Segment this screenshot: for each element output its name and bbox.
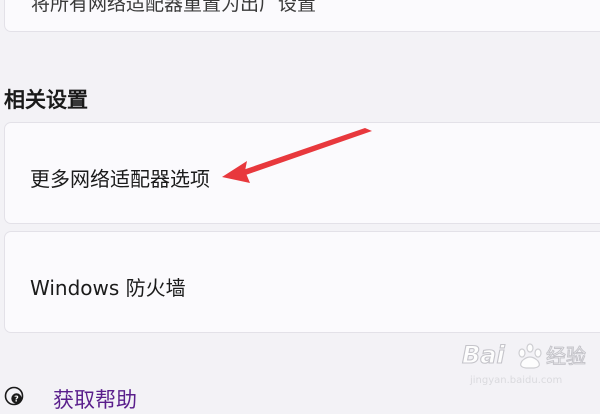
windows-firewall-label: Windows 防火墙 xyxy=(30,276,186,300)
more-adapter-options-label: 更多网络适配器选项 xyxy=(30,167,210,191)
get-help-link[interactable]: ? 获取帮助 xyxy=(4,380,304,412)
svg-text:经验: 经验 xyxy=(546,344,586,368)
related-settings-heading: 相关设置 xyxy=(4,88,88,112)
svg-text:?: ? xyxy=(14,395,19,404)
svg-text:jingyan.baidu.com: jingyan.baidu.com xyxy=(469,375,562,386)
svg-text:Bai: Bai xyxy=(462,341,505,369)
get-help-label: 获取帮助 xyxy=(53,388,137,412)
more-adapter-options-card[interactable]: 更多网络适配器选项 xyxy=(4,122,600,224)
baidu-watermark-logo: Bai 经验 jingyan.baidu.com xyxy=(461,340,586,386)
help-icon: ? xyxy=(4,386,24,406)
windows-firewall-card[interactable]: Windows 防火墙 xyxy=(4,231,600,333)
reset-network-card[interactable]: 将所有网络适配器重置为出厂设置 xyxy=(4,0,600,32)
reset-network-label: 将所有网络适配器重置为出厂设置 xyxy=(31,0,317,15)
